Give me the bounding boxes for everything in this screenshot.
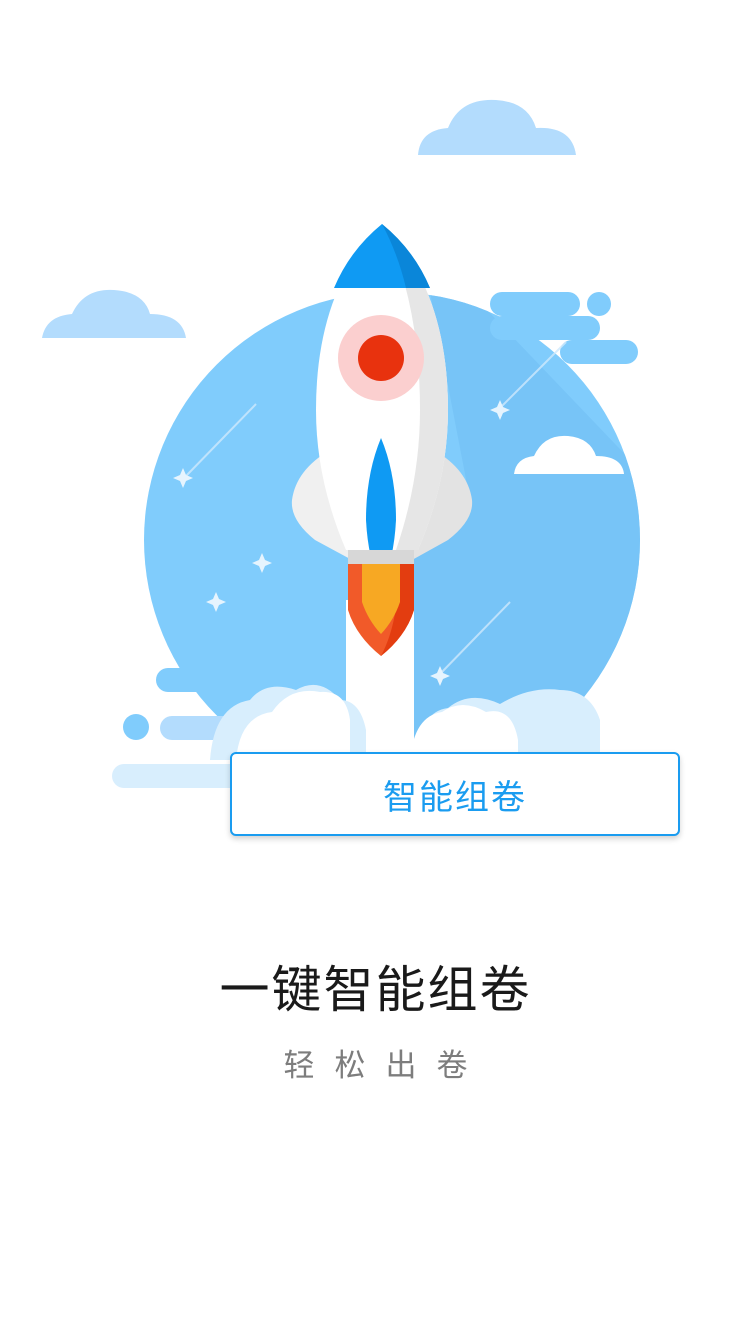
speed-dot xyxy=(123,714,149,740)
page-subline: 轻松出卷 xyxy=(283,1048,488,1084)
smart-paper-button[interactable]: 智能组卷 xyxy=(230,752,680,836)
cloud-top-icon xyxy=(418,99,576,155)
cloud-left-icon xyxy=(42,289,186,338)
speed-line xyxy=(490,292,580,316)
speed-line xyxy=(560,340,638,364)
rocket-engine xyxy=(348,550,414,564)
rocket-window xyxy=(358,335,404,381)
speed-line xyxy=(156,668,276,692)
hero-illustration xyxy=(0,0,751,860)
page-headline: 一键智能组卷 xyxy=(219,961,532,1019)
rocket-illustration xyxy=(42,99,640,788)
speed-dot xyxy=(587,292,611,316)
